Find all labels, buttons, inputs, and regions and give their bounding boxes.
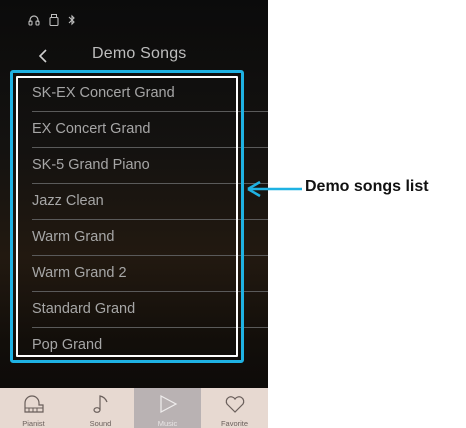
tab-label: Music — [157, 419, 178, 428]
header: Demo Songs — [0, 40, 268, 72]
tab-pianist[interactable]: Pianist — [0, 388, 67, 428]
status-bar — [28, 10, 76, 30]
list-highlight-frame — [10, 70, 244, 363]
tab-label: Sound — [89, 419, 112, 428]
headphones-icon — [28, 14, 40, 26]
annotation-label: Demo songs list — [305, 178, 429, 195]
tab-label: Pianist — [22, 419, 45, 428]
tab-sound[interactable]: Sound — [67, 388, 134, 428]
tab-label: Favorite — [220, 419, 249, 428]
chevron-left-icon[interactable] — [34, 46, 54, 66]
usb-drive-icon — [49, 14, 59, 26]
tab-music[interactable]: Music — [134, 388, 201, 428]
page-title: Demo Songs — [92, 45, 187, 62]
tab-favorite[interactable]: Favorite — [201, 388, 268, 428]
bluetooth-icon — [68, 14, 76, 26]
tab-bar: Pianist Sound Music Favorite — [0, 388, 268, 428]
